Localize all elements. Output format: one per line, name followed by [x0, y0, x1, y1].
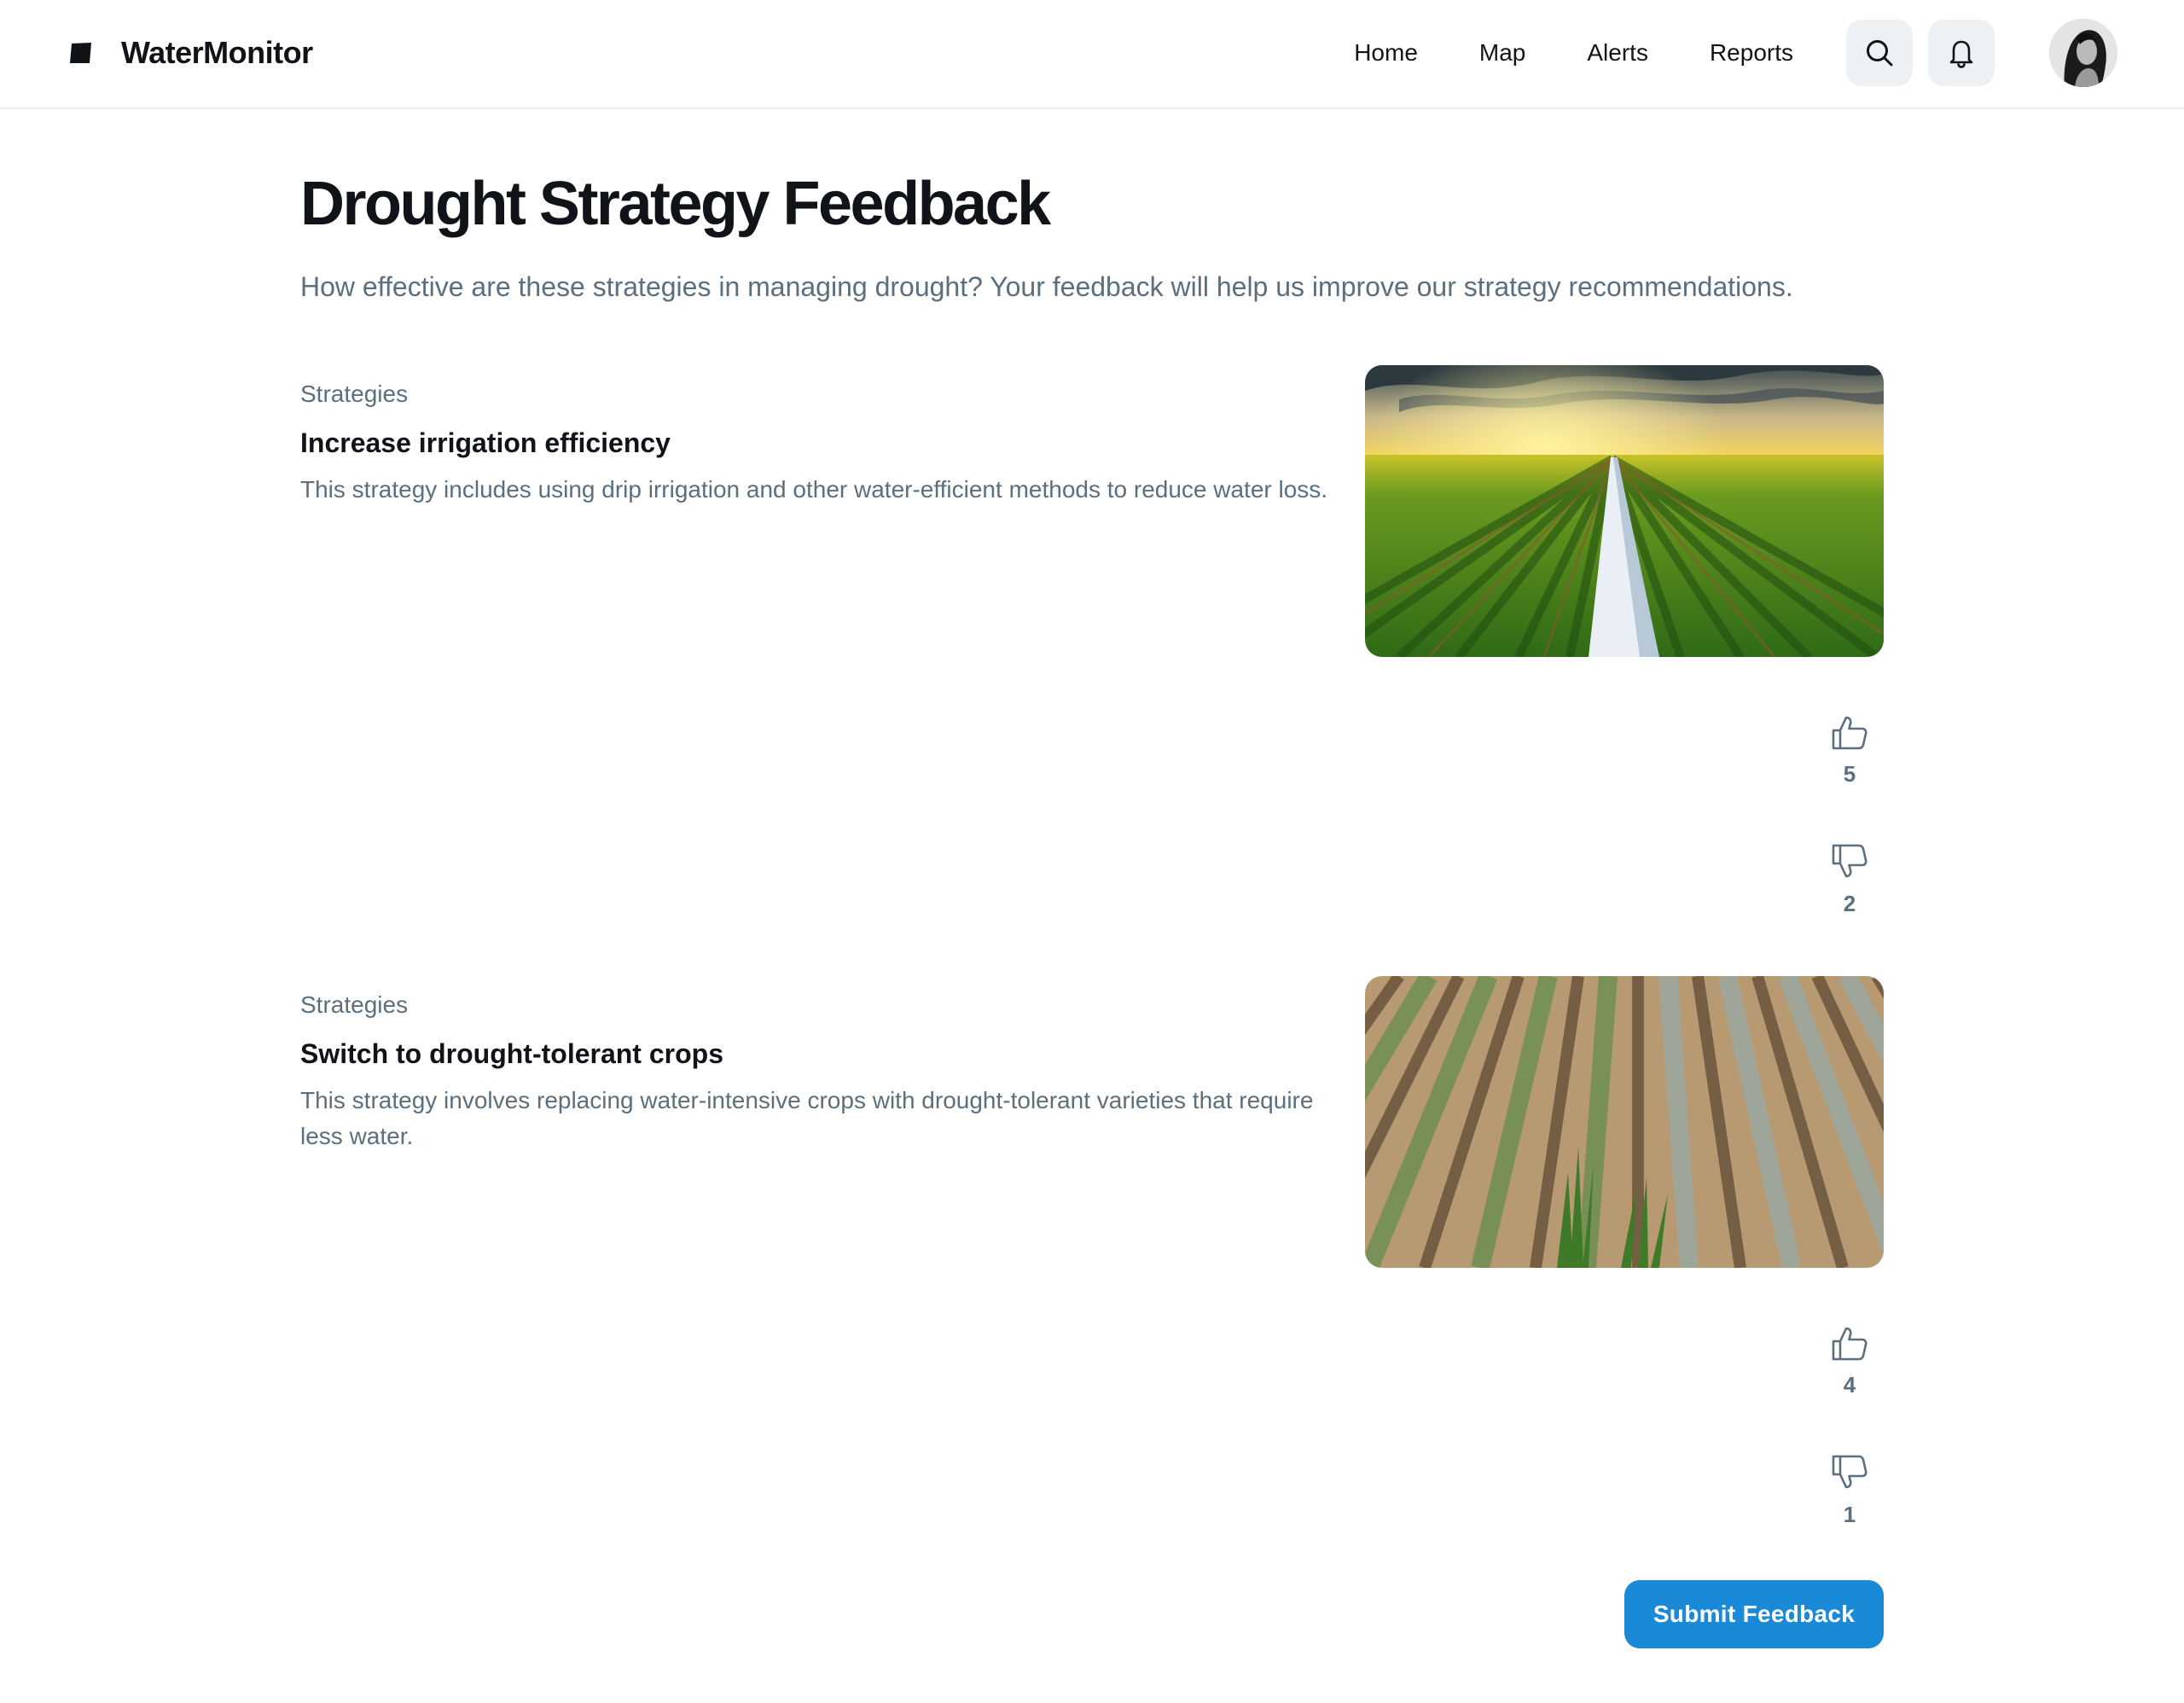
- bell-icon: [1949, 40, 1973, 68]
- user-avatar[interactable]: [2049, 19, 2117, 87]
- like-button[interactable]: 4: [1815, 1324, 1884, 1396]
- page-title: Drought Strategy Feedback: [300, 170, 1051, 238]
- strategy-category: Strategies: [300, 991, 409, 1018]
- strategy-description: This strategy includes using drip irriga…: [300, 476, 1328, 503]
- dislike-count: 2: [1843, 891, 1856, 916]
- main-nav: Home Map Alerts Reports: [1354, 0, 2184, 106]
- like-count: 5: [1843, 761, 1856, 787]
- dislike-button[interactable]: 2: [1815, 843, 1884, 915]
- thumbs-down-icon: [1832, 1455, 1867, 1489]
- nav-link-home[interactable]: Home: [1354, 39, 1418, 67]
- strategy-card: Strategies Increase irrigation efficienc…: [300, 365, 1884, 928]
- submit-feedback-button[interactable]: Submit Feedback: [1624, 1580, 1884, 1648]
- thumbs-up-icon: [1832, 716, 1867, 750]
- search-button[interactable]: [1846, 20, 1913, 86]
- nav-link-alerts[interactable]: Alerts: [1587, 39, 1648, 67]
- notifications-button[interactable]: [1928, 20, 1995, 86]
- like-button[interactable]: 5: [1815, 713, 1884, 785]
- strategy-text: Strategies Switch to drought-tolerant cr…: [300, 993, 1333, 1154]
- strategy-title: Increase irrigation efficiency: [300, 427, 671, 458]
- avatar-photo: [2049, 19, 2117, 87]
- brand[interactable]: WaterMonitor: [68, 0, 313, 106]
- top-navigation-bar: WaterMonitor Home Map Alerts Reports: [0, 0, 2184, 109]
- strategy-title: Switch to drought-tolerant crops: [300, 1038, 723, 1069]
- dislike-button[interactable]: 1: [1815, 1454, 1884, 1526]
- strategy-card: Strategies Switch to drought-tolerant cr…: [300, 976, 1884, 1539]
- drought-tolerant-crops-photo: [1365, 976, 1884, 1268]
- like-count: 4: [1843, 1372, 1856, 1398]
- watermonitor-logo-icon: [70, 43, 91, 63]
- nav-link-map[interactable]: Map: [1479, 39, 1525, 67]
- nav-link-reports[interactable]: Reports: [1710, 39, 1793, 67]
- irrigated-field-photo: [1365, 365, 1884, 657]
- app-name: WaterMonitor: [121, 35, 313, 70]
- dislike-count: 1: [1843, 1502, 1856, 1527]
- strategy-description: This strategy involves replacing water-i…: [300, 1087, 1314, 1150]
- search-icon: [1867, 40, 1893, 67]
- thumbs-up-icon: [1832, 1327, 1867, 1361]
- thumbs-down-icon: [1832, 844, 1867, 878]
- page-subtitle: How effective are these strategies in ma…: [300, 271, 1793, 302]
- strategy-text: Strategies Increase irrigation efficienc…: [300, 382, 1333, 508]
- strategy-category: Strategies: [300, 381, 409, 407]
